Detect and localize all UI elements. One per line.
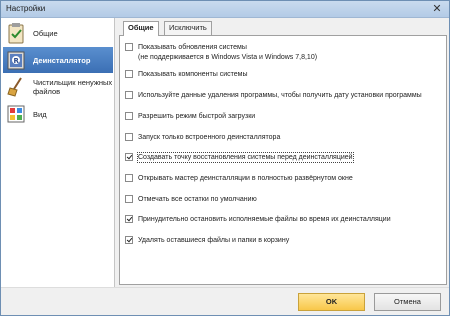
tab-general[interactable]: Общие: [123, 21, 159, 36]
dialog-footer: OK Отмена: [1, 287, 449, 315]
sidebar-item-label: Вид: [33, 109, 47, 119]
sidebar-item-label: Деинсталлятор: [33, 55, 91, 65]
sidebar: Общие R Деинсталлятор Чистильщик ненужны…: [1, 18, 115, 287]
option-label: Показывать компоненты системы: [138, 71, 248, 78]
tab-exclude[interactable]: Исключить: [164, 21, 212, 35]
sidebar-item-view[interactable]: Вид: [3, 101, 113, 127]
checkbox[interactable]: [125, 133, 133, 141]
sidebar-item-junk-cleaner[interactable]: Чистильщик ненужных файлов: [3, 74, 113, 100]
option-label: Создавать точку восстановления системы п…: [137, 152, 354, 163]
ok-button[interactable]: OK: [298, 293, 365, 311]
close-icon[interactable]: ✕: [431, 3, 443, 15]
uninstaller-icon: R: [6, 49, 26, 71]
sidebar-item-label: Общие: [33, 28, 58, 38]
settings-window: Настройки ✕ Общие R Деинсталлятор Чистил…: [0, 0, 450, 316]
options-panel: Показывать обновления системы (не поддер…: [119, 35, 447, 285]
option-label: Используйте данные удаления программы, ч…: [138, 92, 422, 99]
title-bar: Настройки ✕: [1, 1, 449, 18]
option-label: Запуск только встроенного деинсталлятора: [138, 134, 281, 141]
clipboard-check-icon: [6, 22, 26, 44]
option-label: Разрешить режим быстрой загрузки: [138, 113, 256, 120]
svg-text:R: R: [14, 57, 20, 65]
option-label: Принудительно остановить исполняемые фай…: [138, 216, 391, 223]
checkbox[interactable]: [125, 174, 133, 182]
sidebar-item-uninstaller[interactable]: R Деинсталлятор: [3, 47, 113, 73]
option-label: Удалять оставшиеся файлы и папки в корзи…: [138, 237, 290, 244]
checkbox[interactable]: [125, 195, 133, 203]
option-note: (не поддерживается в Windows Vista и Win…: [138, 54, 318, 61]
settings-content: Общие Исключить Показывать обновления си…: [119, 21, 447, 285]
option-label: Открывать мастер деинсталляции в полност…: [138, 175, 353, 182]
palette-icon: [6, 103, 26, 125]
checkbox[interactable]: [125, 43, 133, 51]
option-label: Показывать обновления системы: [138, 44, 247, 51]
checkbox[interactable]: [125, 112, 133, 120]
sidebar-item-label: Чистильщик ненужных файлов: [33, 78, 113, 96]
window-title: Настройки: [6, 4, 46, 13]
sidebar-item-general[interactable]: Общие: [3, 20, 113, 46]
checkbox[interactable]: [125, 215, 133, 223]
checkbox[interactable]: [125, 70, 133, 78]
broom-icon: [6, 76, 26, 98]
cancel-button[interactable]: Отмена: [374, 293, 441, 311]
checkbox[interactable]: [125, 236, 133, 244]
checkbox[interactable]: [125, 153, 133, 161]
option-label: Отмечать все остатки по умолчанию: [138, 196, 257, 203]
checkbox[interactable]: [125, 91, 133, 99]
